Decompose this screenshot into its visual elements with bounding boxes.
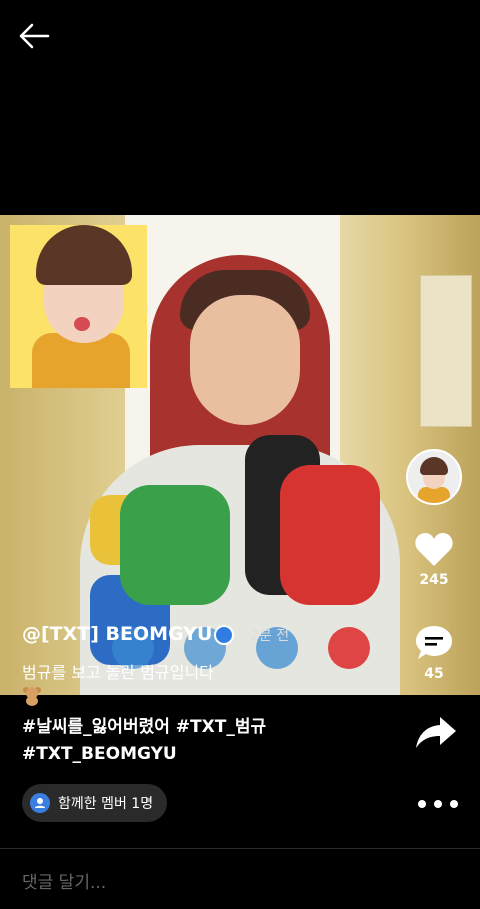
avatar-body (418, 487, 450, 503)
face (190, 295, 300, 425)
pip-avatar-video[interactable] (10, 225, 147, 388)
comment-button[interactable]: 45 (408, 624, 460, 682)
post-caption: 범규를 보고 놀란 범규입니다 (22, 663, 214, 682)
pip-hair (36, 225, 132, 285)
hashtags-line-1[interactable]: #날씨를_잃어버렸어 #TXT_범규 (22, 714, 266, 741)
sweater-patch-red (280, 465, 380, 605)
like-button[interactable]: 245 (408, 532, 460, 588)
wall-poster (420, 275, 472, 427)
teddy-bear-icon (23, 687, 41, 706)
members-pill[interactable]: 함께한 멤버 1명 (22, 784, 168, 822)
back-button[interactable] (18, 22, 50, 50)
hashtags[interactable]: #날씨를_잃어버렸어 #TXT_범규 #TXT_BEOMGYU (22, 714, 266, 768)
divider (0, 848, 480, 849)
person-icon (30, 793, 50, 813)
comment-count: 45 (424, 666, 444, 682)
arrow-left-icon (19, 23, 50, 49)
heart-icon (415, 533, 453, 566)
profile-avatar-icon[interactable] (406, 449, 462, 505)
sweater-patch-green (120, 485, 230, 605)
dot (434, 800, 442, 808)
username[interactable]: @[TXT] BEOMGYU (22, 623, 212, 645)
share-arrow-icon (416, 717, 456, 748)
members-label: 함께한 멤버 1명 (58, 796, 154, 812)
pip-mouth (74, 317, 90, 331)
dot (418, 800, 426, 808)
comment-bubble-icon (416, 626, 452, 659)
post-author[interactable]: @[TXT] BEOMGYU · 2분 전 (22, 623, 289, 645)
comment-input[interactable]: 댓글 달기... (22, 868, 106, 893)
avatar-hair (420, 457, 448, 475)
verified-icon (214, 624, 235, 645)
share-button[interactable] (414, 715, 458, 751)
end-call-icon (328, 627, 370, 669)
like-count: 245 (419, 572, 449, 588)
dot (450, 800, 458, 808)
more-dots-icon[interactable] (418, 800, 458, 812)
post-time: · 2분 전 (241, 628, 290, 644)
hashtags-line-2[interactable]: #TXT_BEOMGYU (22, 741, 266, 768)
